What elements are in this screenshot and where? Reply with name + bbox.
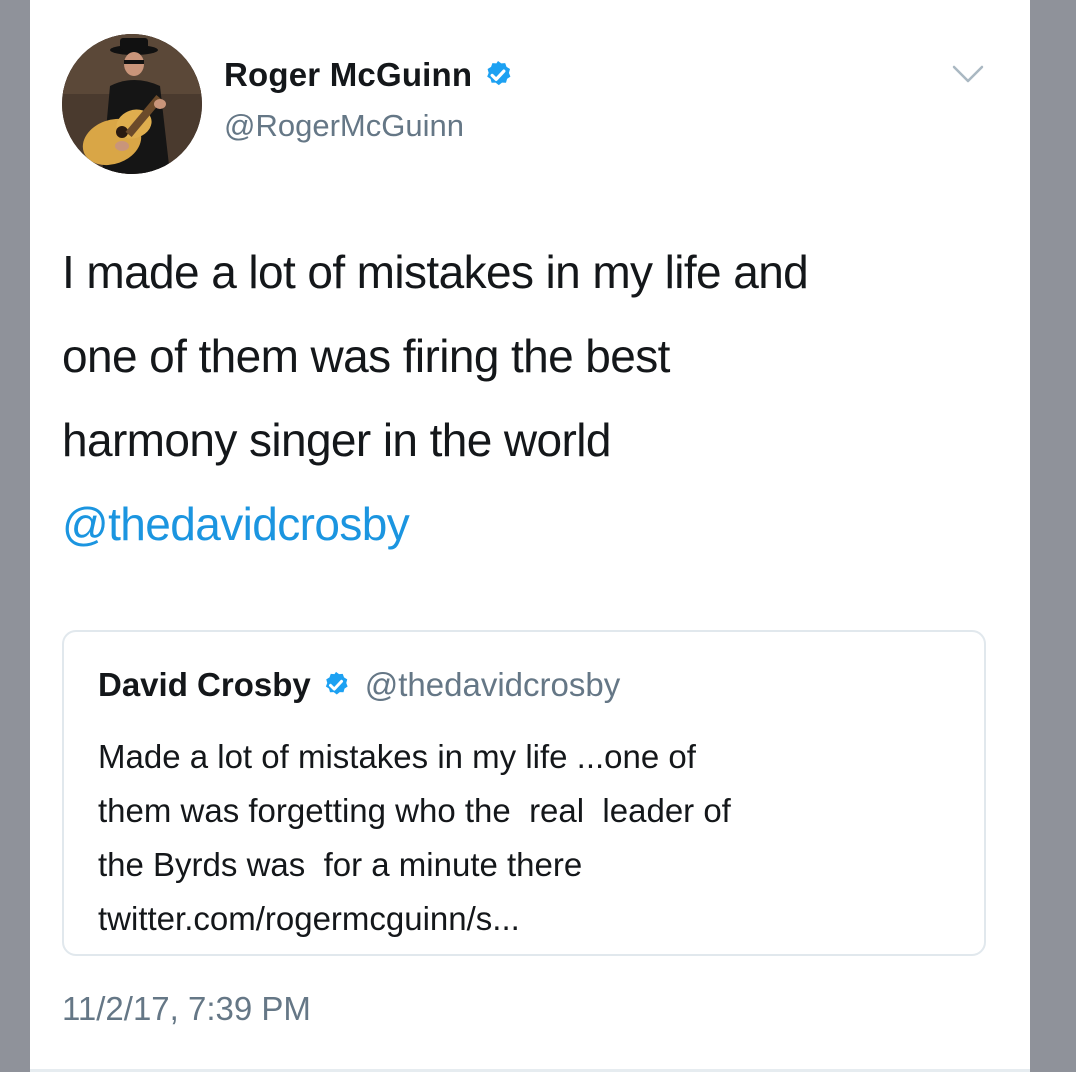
tweet-timestamp[interactable]: 11/2/17, 7:39 PM	[62, 990, 311, 1028]
quoted-tweet[interactable]: David Crosby @thedavidcrosby Made a lot …	[62, 630, 986, 956]
quoted-author-name: David Crosby	[98, 666, 311, 703]
quoted-tweet-text: Made a lot of mistakes in my life ...one…	[98, 730, 958, 946]
mention-link[interactable]: @thedavidcrosby	[62, 482, 1002, 566]
tweet-text-line: harmony singer in the world	[62, 414, 611, 466]
chevron-down-icon[interactable]	[950, 62, 986, 86]
author-name-row[interactable]: Roger McGuinn	[224, 56, 514, 94]
tweet-text-line: I made a lot of mistakes in my life and	[62, 246, 809, 298]
avatar-photo	[62, 34, 202, 174]
quoted-text-line: Made a lot of mistakes in my life ...one…	[98, 738, 696, 775]
quoted-tweet-header: David Crosby @thedavidcrosby	[98, 666, 620, 704]
author-handle[interactable]: @RogerMcGuinn	[224, 108, 464, 144]
right-scroll-margin	[1030, 0, 1076, 1072]
quoted-link[interactable]: twitter.com/rogermcguinn/s...	[98, 892, 958, 946]
tweet-text-line: one of them was firing the best	[62, 330, 670, 382]
verified-badge-icon	[482, 59, 514, 91]
quoted-author-handle: @thedavidcrosby	[364, 666, 621, 703]
tweet-text: I made a lot of mistakes in my life and …	[62, 230, 1002, 566]
verified-badge-icon	[321, 670, 351, 700]
author-name[interactable]: Roger McGuinn	[224, 56, 472, 94]
left-margin	[0, 0, 30, 1072]
quoted-text-line: them was forgetting who the real leader …	[98, 792, 731, 829]
quoted-text-line: the Byrds was for a minute there	[98, 846, 583, 883]
tweet-card: Roger McGuinn @RogerMcGuinn I made a lot…	[30, 0, 1030, 1072]
avatar[interactable]	[62, 34, 202, 174]
